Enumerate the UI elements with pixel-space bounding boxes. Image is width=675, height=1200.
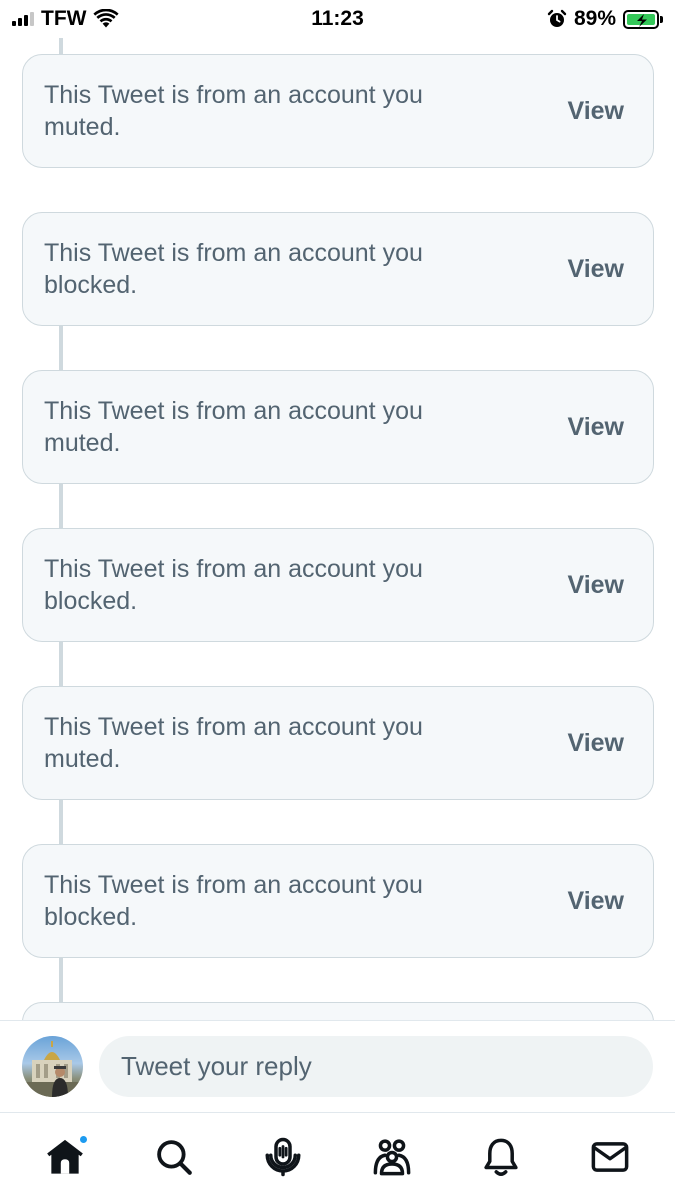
hidden-tweet-card: This Tweet is from an account you blocke… bbox=[22, 212, 654, 326]
thread-line bbox=[59, 484, 63, 530]
view-button[interactable]: View bbox=[567, 255, 624, 284]
hidden-tweet-notice: This Tweet is from an account you blocke… bbox=[44, 555, 423, 615]
tab-spaces[interactable] bbox=[253, 1127, 313, 1187]
thread-line bbox=[59, 642, 63, 688]
view-button[interactable]: View bbox=[567, 729, 624, 758]
hidden-tweet-card: This Tweet is from an account you muted.… bbox=[22, 686, 654, 800]
battery-percentage: 89% bbox=[573, 7, 616, 30]
alarm-icon bbox=[547, 9, 567, 27]
screen: TFW 11:23 89% This Tweet is from an acco… bbox=[0, 0, 675, 1200]
hidden-tweet-notice: This Tweet is from an account you muted. bbox=[44, 397, 423, 457]
tab-communities[interactable] bbox=[362, 1127, 422, 1187]
wifi-icon bbox=[93, 9, 120, 28]
tab-messages[interactable] bbox=[580, 1127, 640, 1187]
messages-icon bbox=[591, 1141, 629, 1172]
battery-charging-icon bbox=[623, 9, 663, 29]
notification-dot bbox=[77, 1133, 89, 1145]
carrier-label: TFW bbox=[41, 7, 87, 30]
hidden-tweet-notice: This Tweet is from an account you blocke… bbox=[44, 239, 423, 299]
hidden-tweet-notice: This Tweet is from an account you blocke… bbox=[44, 871, 423, 931]
thread-line bbox=[59, 800, 63, 846]
status-bar: TFW 11:23 89% bbox=[0, 0, 675, 38]
tab-home[interactable] bbox=[35, 1127, 95, 1187]
signal-icon bbox=[12, 12, 34, 26]
hidden-tweet-notice: This Tweet is from an account you muted. bbox=[44, 713, 423, 773]
tab-bar bbox=[0, 1112, 675, 1200]
view-button[interactable]: View bbox=[567, 887, 624, 916]
spaces-icon bbox=[265, 1137, 301, 1176]
hidden-tweet-notice: This Tweet is from an account you muted. bbox=[44, 81, 423, 141]
thread-line bbox=[59, 958, 63, 1004]
view-button[interactable]: View bbox=[567, 413, 624, 442]
status-right: 89% bbox=[547, 7, 663, 31]
hidden-tweet-card: This Tweet is from an account you muted.… bbox=[22, 54, 654, 168]
search-icon bbox=[156, 1139, 192, 1175]
reply-input[interactable]: Tweet your reply bbox=[99, 1036, 653, 1097]
tab-notifications[interactable] bbox=[471, 1127, 531, 1187]
avatar[interactable] bbox=[22, 1036, 83, 1097]
hidden-tweet-card: This Tweet is from an account you blocke… bbox=[22, 528, 654, 642]
thread-line bbox=[59, 326, 63, 372]
tab-search[interactable] bbox=[144, 1127, 204, 1187]
hidden-tweet-card: This Tweet is from an account you muted.… bbox=[22, 370, 654, 484]
view-button[interactable]: View bbox=[567, 571, 624, 600]
status-left: TFW bbox=[12, 7, 120, 31]
notifications-icon bbox=[484, 1138, 518, 1176]
view-button[interactable]: View bbox=[567, 97, 624, 126]
communities-icon bbox=[373, 1138, 411, 1175]
reply-bar: Tweet your reply bbox=[0, 1020, 675, 1112]
hidden-tweet-card: This Tweet is from an account you blocke… bbox=[22, 844, 654, 958]
